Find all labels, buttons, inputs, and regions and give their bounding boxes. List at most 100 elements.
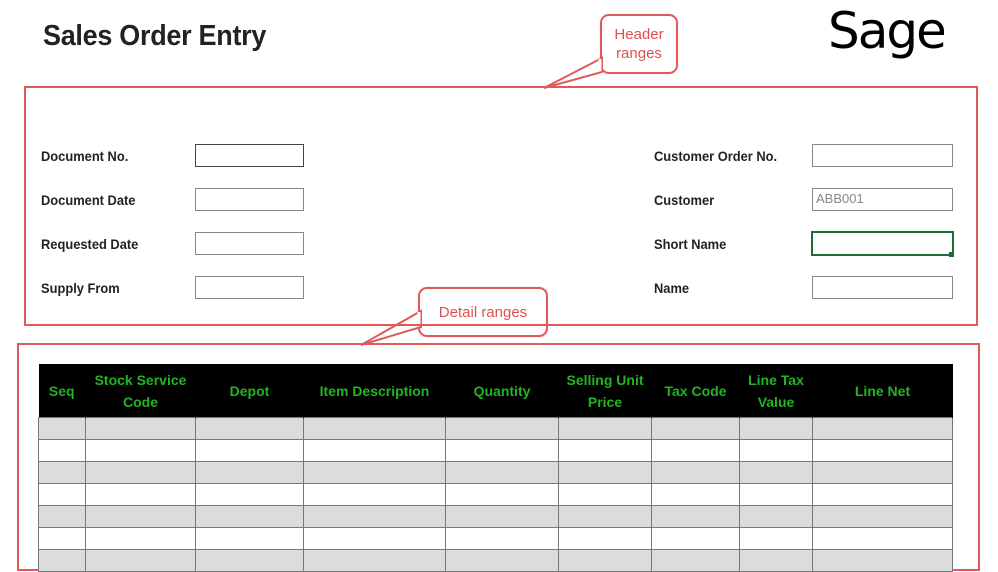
table-cell[interactable] [195,483,304,506]
table-cell[interactable] [303,483,446,506]
svg-text:Sage: Sage [828,2,944,60]
table-row [38,527,953,550]
col-header-tax-code: Tax Code [651,364,740,418]
table-cell[interactable] [303,461,446,484]
table-cell[interactable] [303,527,446,550]
customer-label: Customer [654,192,715,208]
table-cell[interactable] [38,505,86,528]
table-row [38,549,953,572]
table-cell[interactable] [195,527,304,550]
table-cell[interactable] [85,549,196,572]
table-cell[interactable] [303,505,446,528]
requested-date-label: Requested Date [41,236,139,252]
table-cell[interactable] [812,461,953,484]
table-cell[interactable] [739,505,813,528]
table-cell[interactable] [85,417,196,440]
table-cell[interactable] [303,549,446,572]
sage-logo: Sage [828,2,944,60]
table-cell[interactable] [739,461,813,484]
table-cell[interactable] [303,417,446,440]
table-cell[interactable] [558,527,652,550]
table-cell[interactable] [651,461,740,484]
table-cell[interactable] [558,461,652,484]
customer-order-no-field[interactable] [812,144,953,167]
table-cell[interactable] [195,439,304,462]
document-no-field[interactable] [195,144,304,167]
table-cell[interactable] [739,439,813,462]
table-cell[interactable] [85,439,196,462]
name-label: Name [654,280,690,296]
table-cell[interactable] [739,417,813,440]
customer-field[interactable]: ABB001 [812,188,953,211]
detail-table-body [38,417,953,572]
table-cell[interactable] [812,505,953,528]
short-name-field[interactable] [811,231,954,256]
table-cell[interactable] [445,549,559,572]
table-cell[interactable] [651,549,740,572]
table-cell[interactable] [195,461,304,484]
table-cell[interactable] [445,461,559,484]
col-header-seq: Seq [38,364,86,418]
table-cell[interactable] [85,483,196,506]
table-cell[interactable] [558,417,652,440]
table-cell[interactable] [303,439,446,462]
table-cell[interactable] [445,417,559,440]
header-ranges-callout: Header ranges [600,14,678,74]
table-cell[interactable] [651,505,740,528]
table-cell[interactable] [38,549,86,572]
customer-order-no-label: Customer Order No. [654,148,778,164]
table-cell[interactable] [445,439,559,462]
table-cell[interactable] [651,439,740,462]
table-cell[interactable] [812,439,953,462]
table-cell[interactable] [445,527,559,550]
page-title: Sales Order Entry [43,20,267,52]
table-cell[interactable] [85,505,196,528]
requested-date-field[interactable] [195,232,304,255]
table-cell[interactable] [38,527,86,550]
table-cell[interactable] [195,417,304,440]
table-cell[interactable] [651,527,740,550]
table-cell[interactable] [38,461,86,484]
supply-from-label: Supply From [41,280,120,296]
table-cell[interactable] [558,549,652,572]
col-header-item-description: Item Description [303,364,446,418]
name-field[interactable] [812,276,953,299]
table-cell[interactable] [38,417,86,440]
col-header-selling-unit-price: Selling Unit Price [558,364,652,418]
col-header-stock-service-code: Stock Service Code [85,364,196,418]
table-cell[interactable] [445,505,559,528]
table-cell[interactable] [812,527,953,550]
table-cell[interactable] [445,483,559,506]
table-row [38,417,953,440]
table-cell[interactable] [38,439,86,462]
detail-table-header: Seq Stock Service Code Depot Item Descrip… [38,364,953,418]
table-cell[interactable] [812,549,953,572]
table-cell[interactable] [651,417,740,440]
table-cell[interactable] [195,549,304,572]
table-cell[interactable] [812,483,953,506]
supply-from-field[interactable] [195,276,304,299]
table-row [38,483,953,506]
table-cell[interactable] [812,417,953,440]
table-cell[interactable] [739,527,813,550]
table-cell[interactable] [558,483,652,506]
detail-table: Seq Stock Service Code Depot Item Descrip… [38,364,953,572]
table-row [38,505,953,528]
col-header-line-net: Line Net [812,364,953,418]
document-date-field[interactable] [195,188,304,211]
document-no-label: Document No. [41,148,129,164]
table-cell[interactable] [739,483,813,506]
table-cell[interactable] [558,439,652,462]
short-name-label: Short Name [654,236,727,252]
table-cell[interactable] [558,505,652,528]
selection-fill-handle[interactable] [949,252,954,257]
table-row [38,439,953,462]
table-cell[interactable] [38,483,86,506]
table-cell[interactable] [739,549,813,572]
table-cell[interactable] [651,483,740,506]
table-cell[interactable] [85,527,196,550]
document-date-label: Document Date [41,192,136,208]
table-cell[interactable] [195,505,304,528]
table-row [38,461,953,484]
table-cell[interactable] [85,461,196,484]
